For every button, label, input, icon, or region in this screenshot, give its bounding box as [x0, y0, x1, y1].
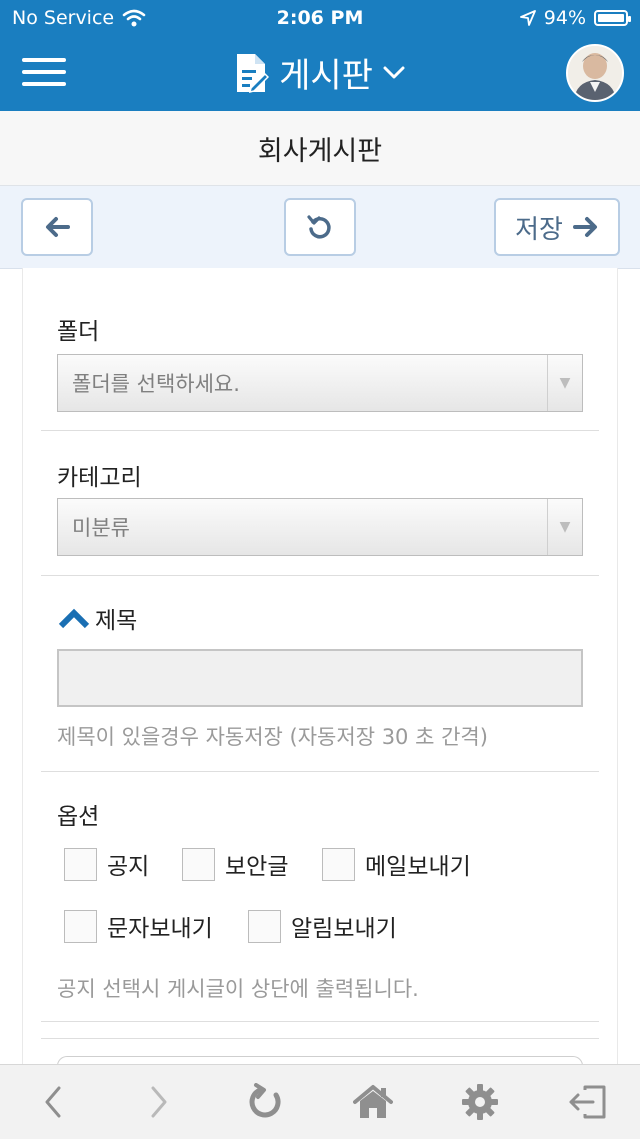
folder-label: 폴더	[57, 319, 100, 345]
folder-select[interactable]: 폴더를 선택하세요. ▼	[57, 354, 583, 412]
category-label: 카테고리	[57, 465, 142, 491]
checkbox-box[interactable]	[322, 847, 355, 881]
option-label: 메일보내기	[365, 854, 471, 880]
option-label: 공지	[107, 854, 150, 880]
option-label: 보안글	[225, 854, 289, 880]
form-area: 폴더 폴더를 선택하세요. ▼ 카테고리 미분류 ▼ 제목 제목이 있을경우 자…	[0, 268, 640, 1064]
form-card: 폴더 폴더를 선택하세요. ▼ 카테고리 미분류 ▼ 제목 제목이 있을경우 자…	[22, 268, 618, 1064]
app-bar: 게시판	[0, 36, 640, 111]
battery-icon	[594, 10, 631, 26]
option-send-sms-checkbox[interactable]: 문자보내기	[64, 909, 213, 943]
checkbox-box[interactable]	[182, 847, 215, 881]
arrow-right-icon	[572, 217, 597, 237]
folder-select-value: 폴더를 선택하세요.	[72, 372, 240, 396]
board-title-dropdown[interactable]: 게시판	[0, 48, 640, 97]
nav-logout-button[interactable]	[552, 1065, 622, 1139]
option-send-mail-checkbox[interactable]: 메일보내기	[322, 847, 471, 881]
status-right: 94%	[519, 7, 631, 29]
category-section: 카테고리 미분류 ▼	[41, 430, 599, 576]
divider	[41, 1038, 599, 1039]
nav-forward-button[interactable]	[124, 1065, 194, 1139]
folder-section: 폴더 폴더를 선택하세요. ▼	[41, 268, 599, 431]
checkbox-box[interactable]	[64, 909, 97, 943]
reset-button[interactable]	[284, 198, 356, 256]
chevron-down-icon	[383, 66, 405, 78]
options-label: 옵션	[57, 804, 100, 830]
dropdown-arrow-icon: ▼	[547, 499, 582, 555]
bottom-nav	[0, 1064, 640, 1139]
options-section: 옵션 공지 보안글 메일보내기 문자보내기 알림보내기 공지 선택시 게시글이 …	[41, 771, 599, 1022]
battery-percent: 94%	[543, 7, 586, 29]
home-icon	[353, 1085, 393, 1118]
avatar[interactable]	[566, 44, 624, 102]
checkbox-box[interactable]	[248, 909, 281, 943]
document-edit-icon	[237, 53, 270, 93]
checkbox-box[interactable]	[64, 847, 97, 881]
subject-section: 제목 제목이 있을경우 자동저장 (자동저장 30 초 간격)	[41, 575, 599, 772]
save-button-label: 저장	[515, 214, 563, 245]
next-control-partial[interactable]	[57, 1056, 583, 1064]
save-button[interactable]: 저장	[494, 198, 620, 256]
page-title: 회사게시판	[0, 111, 640, 186]
nav-back-button[interactable]	[18, 1065, 88, 1139]
subject-input[interactable]	[57, 649, 583, 707]
option-label: 알림보내기	[291, 916, 397, 942]
logout-icon	[569, 1085, 606, 1119]
nav-settings-button[interactable]	[445, 1065, 515, 1139]
avatar-image	[568, 46, 622, 100]
autosave-hint: 제목이 있을경우 자동저장 (자동저장 30 초 간격)	[57, 725, 488, 749]
option-send-notification-checkbox[interactable]: 알림보내기	[248, 909, 397, 943]
settings-icon	[462, 1084, 498, 1120]
toolbar: 저장	[0, 186, 640, 269]
back-icon	[45, 1086, 61, 1118]
dropdown-arrow-icon: ▼	[547, 355, 582, 411]
board-title: 게시판	[279, 56, 373, 96]
category-select-value: 미분류	[72, 516, 130, 540]
subject-label: 제목	[57, 601, 137, 635]
status-bar: No Service 2:06 PM 94%	[0, 0, 640, 36]
back-button[interactable]	[21, 198, 93, 256]
notice-hint: 공지 선택시 게시글이 상단에 출력됩니다.	[57, 977, 419, 1001]
refresh-icon	[249, 1083, 281, 1118]
arrow-left-icon	[46, 217, 70, 237]
subject-label-text: 제목	[95, 608, 138, 634]
forward-icon	[151, 1086, 167, 1118]
chevron-up-icon[interactable]	[57, 607, 91, 629]
category-select[interactable]: 미분류 ▼	[57, 498, 583, 556]
location-arrow-icon	[519, 10, 536, 26]
undo-icon	[307, 215, 331, 239]
nav-home-button[interactable]	[338, 1065, 408, 1139]
nav-refresh-button[interactable]	[230, 1065, 300, 1139]
option-notice-checkbox[interactable]: 공지	[64, 847, 149, 881]
option-secure-checkbox[interactable]: 보안글	[182, 847, 288, 881]
option-label: 문자보내기	[107, 916, 213, 942]
